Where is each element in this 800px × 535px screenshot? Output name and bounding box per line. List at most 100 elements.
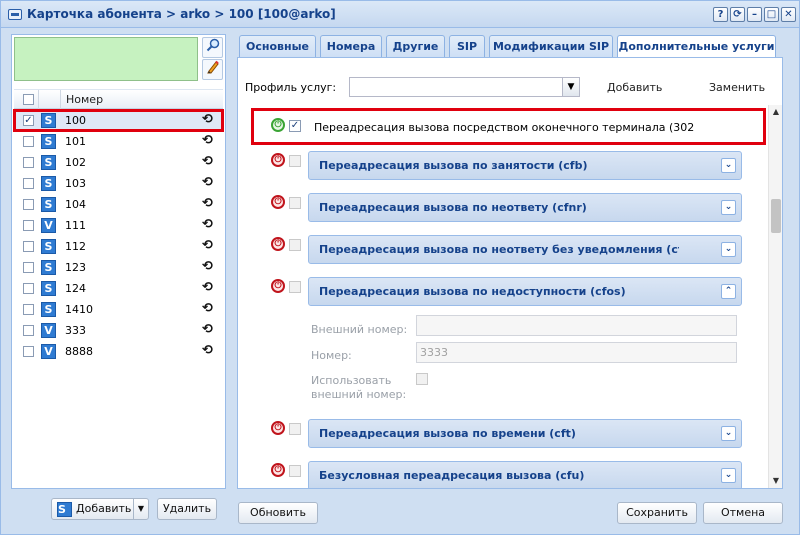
services-scroll-area[interactable]: ⏻ ✓ Переадресация вызова посредством око… (248, 105, 768, 488)
add-profile-button[interactable]: Добавить (607, 81, 662, 94)
list-item[interactable]: ✓ S 100 ⟲ (13, 109, 224, 132)
row-checkbox[interactable]: ✓ (23, 115, 34, 126)
scroll-down-icon[interactable]: ▼ (769, 474, 783, 488)
list-item[interactable]: S 123 ⟲ (14, 257, 223, 278)
row-checkbox[interactable] (23, 157, 34, 168)
history-icon[interactable]: ⟲ (202, 322, 213, 337)
list-item[interactable]: S 124 ⟲ (14, 278, 223, 299)
ext-number-field[interactable] (416, 315, 737, 336)
panel-cfnr[interactable]: Переадресация вызова по неответу (cfnr) … (308, 193, 742, 222)
power-off-icon[interactable]: ⏻ (271, 421, 285, 435)
collapse-icon[interactable]: ⌃ (721, 284, 736, 299)
list-item[interactable]: S 102 ⟲ (14, 152, 223, 173)
history-icon[interactable]: ⟲ (202, 217, 213, 232)
power-off-icon[interactable]: ⏻ (271, 279, 285, 293)
row-checkbox[interactable] (23, 325, 34, 336)
history-icon[interactable]: ⟲ (202, 301, 213, 316)
power-off-icon[interactable]: ⏻ (271, 195, 285, 209)
history-icon[interactable]: ⟲ (202, 133, 213, 148)
panel-cfb[interactable]: Переадресация вызова по занятости (cfb) … (308, 151, 742, 180)
row-checkbox[interactable] (23, 283, 34, 294)
service-checkbox[interactable] (289, 281, 301, 293)
row-checkbox[interactable] (23, 220, 34, 231)
list-item[interactable]: V 8888 ⟲ (14, 341, 223, 362)
list-item[interactable]: V 333 ⟲ (14, 320, 223, 341)
edit-pencil-icon[interactable] (202, 59, 223, 80)
history-icon[interactable]: ⟲ (202, 259, 213, 274)
power-off-icon[interactable]: ⏻ (271, 153, 285, 167)
row-checkbox[interactable] (23, 262, 34, 273)
row-checkbox[interactable] (23, 136, 34, 147)
vertical-scrollbar[interactable]: ▲ ▼ (768, 105, 782, 488)
list-item[interactable]: V 111 ⟲ (14, 215, 223, 236)
row-number: 104 (65, 198, 86, 211)
title-bar[interactable]: Карточка абонента > arko > 100 [100@arko… (1, 1, 799, 28)
services-panel: Профиль услуг: ▼ Добавить Заменить ⏻ ✓ П… (237, 57, 783, 489)
save-button[interactable]: Сохранить (617, 502, 697, 524)
tab-sip-modifications[interactable]: Модификации SIP (489, 35, 613, 57)
row-checkbox[interactable] (23, 178, 34, 189)
row-checkbox[interactable] (23, 199, 34, 210)
service-checkbox[interactable] (289, 155, 301, 167)
refresh-window-icon[interactable]: ⟳ (730, 7, 745, 22)
scrollbar-thumb[interactable] (771, 199, 781, 233)
row-checkbox[interactable] (23, 304, 34, 315)
sip-badge-icon: S (41, 155, 56, 170)
add-dropdown-arrow-icon[interactable]: ▼ (133, 499, 148, 519)
service-checkbox[interactable] (289, 465, 301, 477)
history-icon[interactable]: ⟲ (202, 175, 213, 190)
tab-basic[interactable]: Основные (239, 35, 316, 57)
history-icon[interactable]: ⟲ (202, 238, 213, 253)
panel-cfu[interactable]: Безусловная переадресация вызова (cfu) ⌄ (308, 461, 742, 488)
expand-icon[interactable]: ⌄ (721, 200, 736, 215)
power-off-icon[interactable]: ⏻ (271, 463, 285, 477)
scroll-up-icon[interactable]: ▲ (769, 105, 783, 119)
list-item[interactable]: S 112 ⟲ (14, 236, 223, 257)
list-item[interactable]: S 103 ⟲ (14, 173, 223, 194)
history-icon[interactable]: ⟲ (202, 196, 213, 211)
expand-icon[interactable]: ⌄ (721, 468, 736, 483)
history-icon[interactable]: ⟲ (202, 154, 213, 169)
minimize-icon[interactable]: – (747, 7, 762, 22)
help-icon[interactable]: ? (713, 7, 728, 22)
expand-icon[interactable]: ⌄ (721, 242, 736, 257)
close-icon[interactable]: ✕ (781, 7, 796, 22)
terminal-forwarding-checkbox[interactable]: ✓ (289, 120, 301, 132)
select-all-checkbox[interactable] (23, 94, 34, 105)
power-off-icon[interactable]: ⏻ (271, 237, 285, 251)
row-checkbox[interactable] (23, 346, 34, 357)
panel-cfnr-ty[interactable]: Переадресация вызова по неответу без уве… (308, 235, 742, 264)
maximize-icon[interactable]: □ (764, 7, 779, 22)
delete-button[interactable]: Удалить (157, 498, 217, 520)
expand-icon[interactable]: ⌄ (721, 426, 736, 441)
history-icon[interactable]: ⟲ (202, 343, 213, 358)
add-number-button[interactable]: S Добавить ▼ (51, 498, 149, 520)
use-ext-number-checkbox[interactable] (416, 373, 428, 385)
number-field[interactable]: 3333 (416, 342, 737, 363)
tab-sip[interactable]: SIP (449, 35, 485, 57)
chevron-down-icon[interactable]: ▼ (562, 78, 579, 96)
history-icon[interactable]: ⟲ (202, 280, 213, 295)
expand-icon[interactable]: ⌄ (721, 158, 736, 173)
search-icon[interactable] (202, 37, 223, 58)
cancel-button[interactable]: Отмена (703, 502, 783, 524)
row-checkbox[interactable] (23, 241, 34, 252)
tab-additional-services[interactable]: Дополнительные услуги (617, 35, 776, 58)
panel-cfos[interactable]: Переадресация вызова по недоступности (c… (308, 277, 742, 306)
list-item[interactable]: S 101 ⟲ (14, 131, 223, 152)
replace-profile-button[interactable]: Заменить (709, 81, 765, 94)
list-item[interactable]: S 104 ⟲ (14, 194, 223, 215)
list-item[interactable]: S 1410 ⟲ (14, 299, 223, 320)
column-header-number[interactable]: Номер (66, 93, 103, 106)
refresh-button[interactable]: Обновить (238, 502, 318, 524)
tab-numbers[interactable]: Номера (320, 35, 382, 57)
tab-other[interactable]: Другие (386, 35, 445, 57)
history-icon[interactable]: ⟲ (202, 112, 213, 127)
power-on-icon[interactable]: ⏻ (271, 118, 285, 132)
service-checkbox[interactable] (289, 239, 301, 251)
row-number: 103 (65, 177, 86, 190)
panel-cft[interactable]: Переадресация вызова по времени (cft) ⌄ (308, 419, 742, 448)
service-profile-select[interactable]: ▼ (349, 77, 580, 97)
service-checkbox[interactable] (289, 423, 301, 435)
service-checkbox[interactable] (289, 197, 301, 209)
